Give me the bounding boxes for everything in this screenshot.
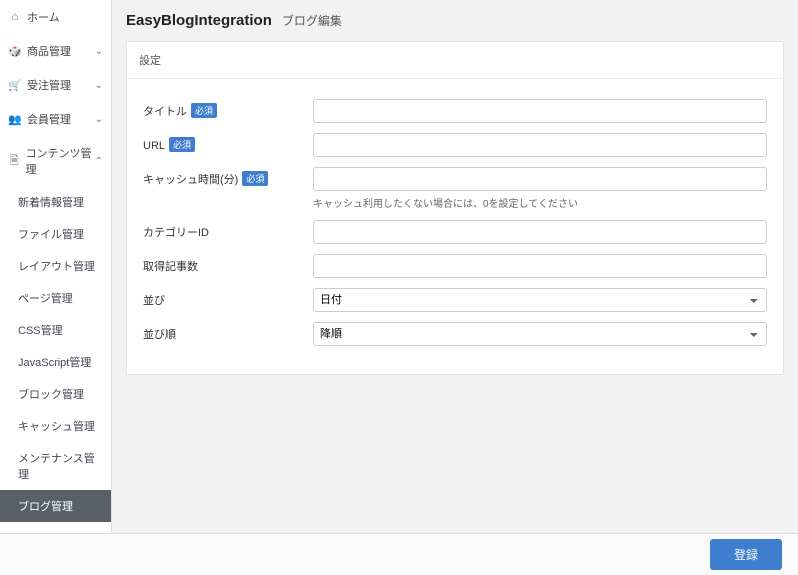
- sidebar-item-label: 会員管理: [27, 111, 71, 127]
- cache-input[interactable]: [313, 167, 767, 191]
- sidebar-sub-cache[interactable]: キャッシュ管理: [0, 410, 111, 442]
- sidebar-item-products[interactable]: 🎲 商品管理 ⌄: [0, 34, 111, 68]
- orderdir-label: 並び順: [143, 322, 313, 342]
- count-input[interactable]: [313, 254, 767, 278]
- category-input[interactable]: [313, 220, 767, 244]
- sidebar-sub-block[interactable]: ブロック管理: [0, 378, 111, 410]
- category-label: カテゴリーID: [143, 220, 313, 240]
- footer-bar: 登録: [0, 533, 798, 575]
- chevron-down-icon: ⌄: [95, 114, 103, 125]
- count-label: 取得記事数: [143, 254, 313, 274]
- title-label: タイトル必須: [143, 99, 313, 119]
- chevron-down-icon: ⌄: [95, 80, 103, 91]
- required-badge: 必須: [169, 137, 195, 152]
- orderdir-select[interactable]: 降順: [313, 322, 767, 346]
- cache-help-text: キャッシュ利用したくない場合には、0を設定してください: [313, 195, 767, 210]
- sidebar-item-label: 受注管理: [27, 77, 71, 93]
- sidebar-item-label: 商品管理: [27, 43, 71, 59]
- main-content: EasyBlogIntegration ブログ編集 設定 タイトル必須 URL必…: [112, 0, 798, 575]
- sidebar-item-label: コンテンツ管理: [26, 145, 95, 177]
- page-subtitle: ブログ編集: [282, 12, 342, 29]
- chevron-up-icon: ⌃: [95, 156, 103, 167]
- settings-panel: 設定 タイトル必須 URL必須 キャッシュ時間(分)必須 キャッシュ利用したくな…: [126, 41, 784, 375]
- sidebar-sub-blog[interactable]: ブログ管理: [0, 490, 111, 522]
- order-select[interactable]: 日付: [313, 288, 767, 312]
- page-header: EasyBlogIntegration ブログ編集: [112, 0, 798, 41]
- cache-label: キャッシュ時間(分)必須: [143, 167, 313, 187]
- sidebar-sub-maintenance[interactable]: メンテナンス管理: [0, 442, 111, 490]
- chevron-down-icon: ⌄: [95, 46, 103, 57]
- sidebar-item-members[interactable]: 👥 会員管理 ⌄: [0, 102, 111, 136]
- sidebar: ⌂ ホーム 🎲 商品管理 ⌄ 🛒 受注管理 ⌄ 👥 会員管理 ⌄ 🗎 コンテンツ…: [0, 0, 112, 575]
- page-title: EasyBlogIntegration: [126, 12, 272, 29]
- sidebar-item-label: ホーム: [27, 9, 60, 25]
- sidebar-sub-news[interactable]: 新着情報管理: [0, 186, 111, 218]
- url-input[interactable]: [313, 133, 767, 157]
- sidebar-sub-page[interactable]: ページ管理: [0, 282, 111, 314]
- url-label: URL必須: [143, 133, 313, 152]
- cube-icon: 🎲: [8, 45, 22, 58]
- sidebar-item-content[interactable]: 🗎 コンテンツ管理 ⌃: [0, 136, 111, 186]
- home-icon: ⌂: [8, 11, 22, 23]
- cart-icon: 🛒: [8, 79, 22, 92]
- sidebar-sub-layout[interactable]: レイアウト管理: [0, 250, 111, 282]
- required-badge: 必須: [242, 171, 268, 186]
- panel-heading: 設定: [127, 42, 783, 79]
- sidebar-sub-js[interactable]: JavaScript管理: [0, 346, 111, 378]
- sidebar-item-home[interactable]: ⌂ ホーム: [0, 0, 111, 34]
- submit-button[interactable]: 登録: [710, 539, 782, 570]
- file-icon: 🗎: [8, 152, 21, 171]
- order-label: 並び: [143, 288, 313, 308]
- users-icon: 👥: [8, 113, 22, 126]
- sidebar-item-orders[interactable]: 🛒 受注管理 ⌄: [0, 68, 111, 102]
- sidebar-sub-css[interactable]: CSS管理: [0, 314, 111, 346]
- title-input[interactable]: [313, 99, 767, 123]
- sidebar-sub-file[interactable]: ファイル管理: [0, 218, 111, 250]
- required-badge: 必須: [191, 103, 217, 118]
